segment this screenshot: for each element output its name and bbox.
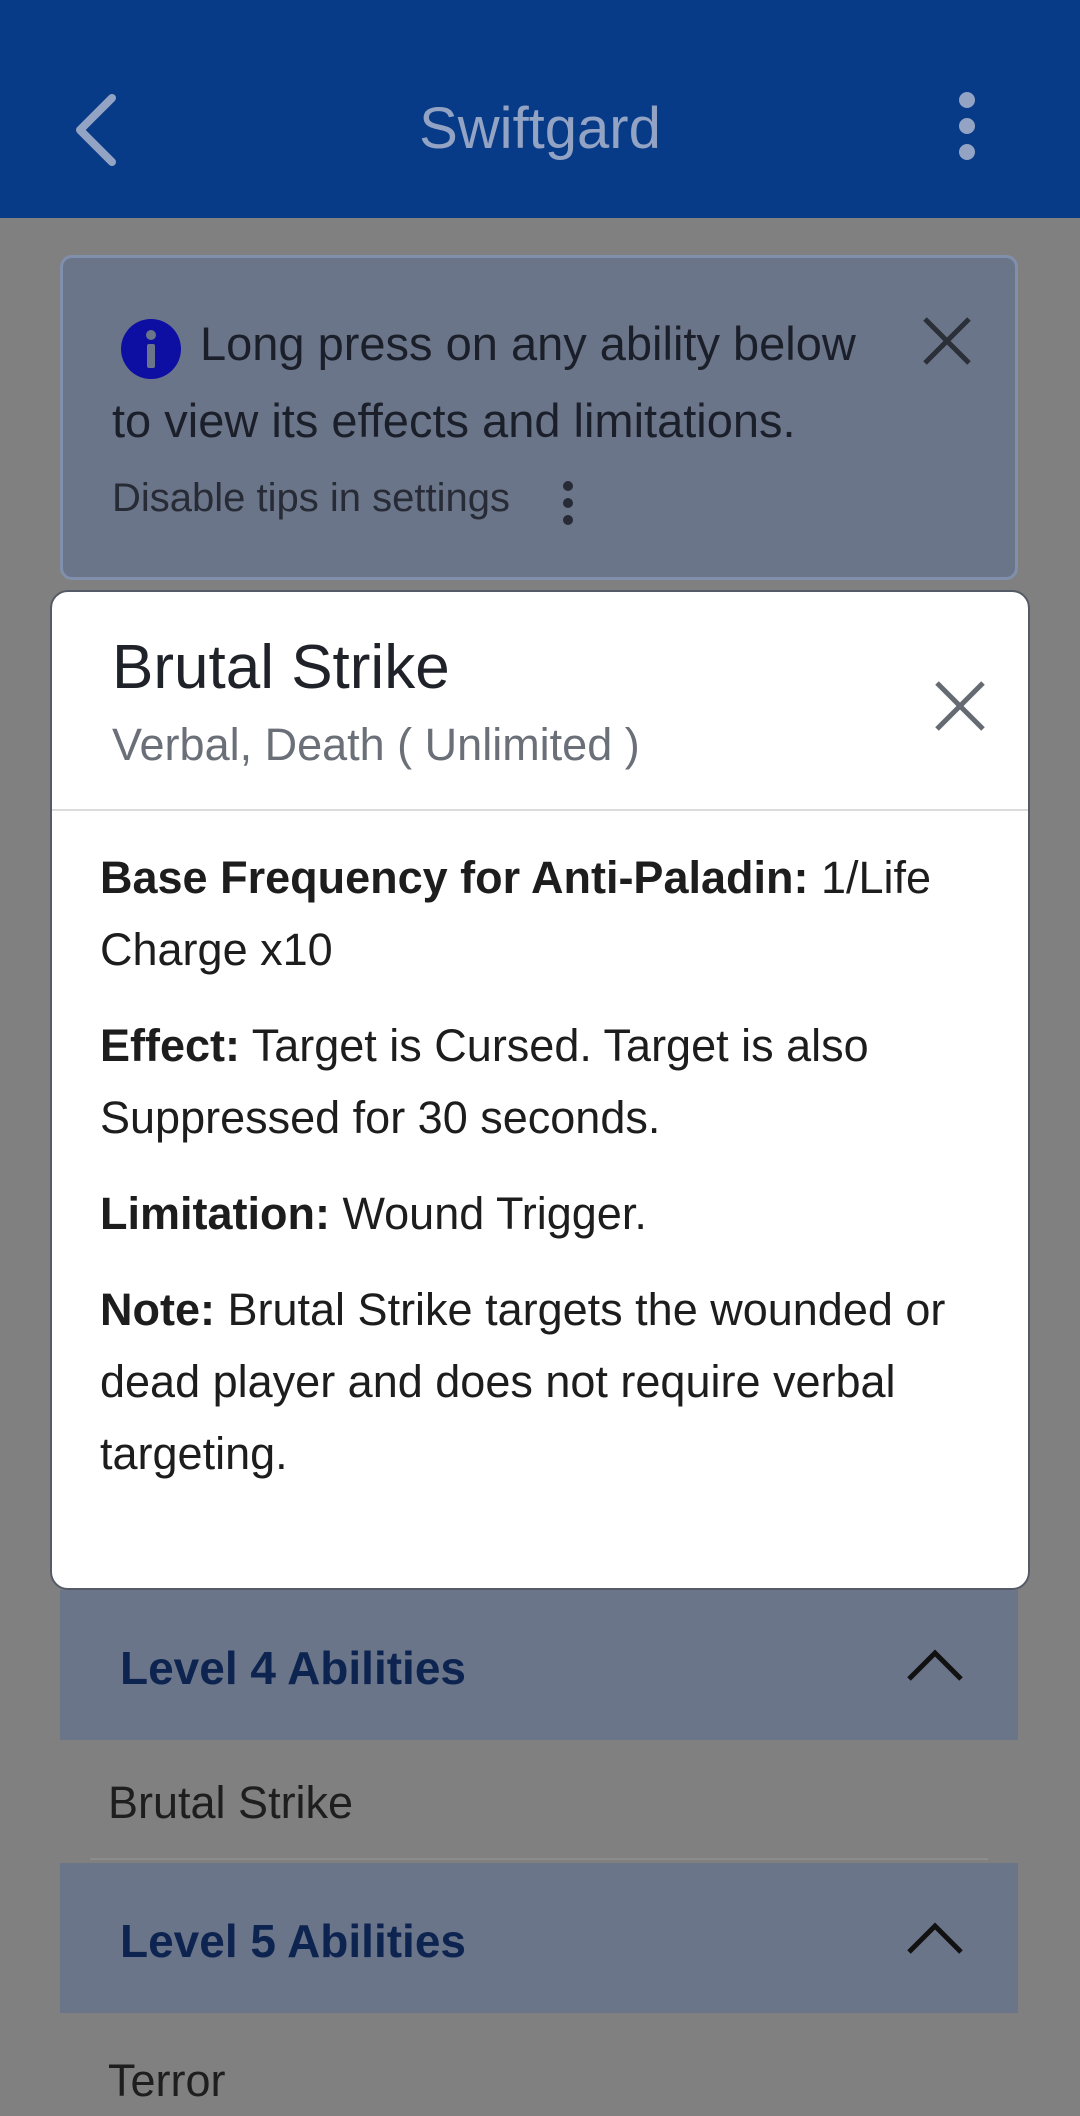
field-base-frequency: Base Frequency for Anti-Paladin: 1/Life … xyxy=(100,842,1000,986)
field-value: Wound Trigger. xyxy=(342,1188,647,1239)
section-label: Level 4 Abilities xyxy=(120,1642,466,1694)
dialog-header: Brutal Strike Verbal, Death ( Unlimited … xyxy=(52,592,1028,810)
close-icon[interactable] xyxy=(932,678,988,734)
tip-card: Long press on any ability below to view … xyxy=(60,255,1018,580)
ability-dialog: Brutal Strike Verbal, Death ( Unlimited … xyxy=(50,590,1030,1590)
ability-name: Brutal Strike xyxy=(108,1777,354,1828)
list-item[interactable]: Brutal Strike xyxy=(60,1740,1018,1860)
section-header-level-5[interactable]: Level 5 Abilities xyxy=(60,1863,1018,2013)
tip-close-icon[interactable] xyxy=(919,313,975,369)
field-label: Effect: xyxy=(100,1020,241,1071)
field-value: Brutal Strike targets the wounded or dea… xyxy=(100,1284,946,1479)
ability-name: Terror xyxy=(108,2055,226,2106)
divider xyxy=(90,1858,988,1860)
more-vertical-icon[interactable] xyxy=(942,92,992,162)
dialog-title: Brutal Strike xyxy=(112,633,450,702)
section-header-level-4[interactable]: Level 4 Abilities xyxy=(60,1590,1018,1740)
app-bar: Swiftgard xyxy=(0,0,1080,218)
list-item[interactable]: Terror xyxy=(60,2018,1018,2116)
info-icon xyxy=(121,319,181,379)
field-label: Base Frequency for Anti-Paladin: xyxy=(100,852,809,903)
tip-settings-hint: Disable tips in settings xyxy=(112,476,510,520)
more-vertical-icon xyxy=(563,481,573,525)
app-title: Swiftgard xyxy=(419,96,661,161)
chevron-up-icon xyxy=(907,1922,963,1954)
tip-text-line1: Long press on any ability below xyxy=(200,317,856,370)
section-label: Level 5 Abilities xyxy=(120,1915,466,1967)
tip-text-line2: to view its effects and limitations. xyxy=(112,394,796,447)
field-effect: Effect: Target is Cursed. Target is also… xyxy=(100,1010,1000,1154)
field-label: Note: xyxy=(100,1284,215,1335)
divider xyxy=(52,809,1028,811)
dialog-body: Base Frequency for Anti-Paladin: 1/Life … xyxy=(100,842,1000,1514)
chevron-up-icon xyxy=(907,1649,963,1681)
field-note: Note: Brutal Strike targets the wounded … xyxy=(100,1274,1000,1490)
field-label: Limitation: xyxy=(100,1188,330,1239)
field-limitation: Limitation: Wound Trigger. xyxy=(100,1178,1000,1250)
dialog-subtitle: Verbal, Death ( Unlimited ) xyxy=(112,719,640,770)
